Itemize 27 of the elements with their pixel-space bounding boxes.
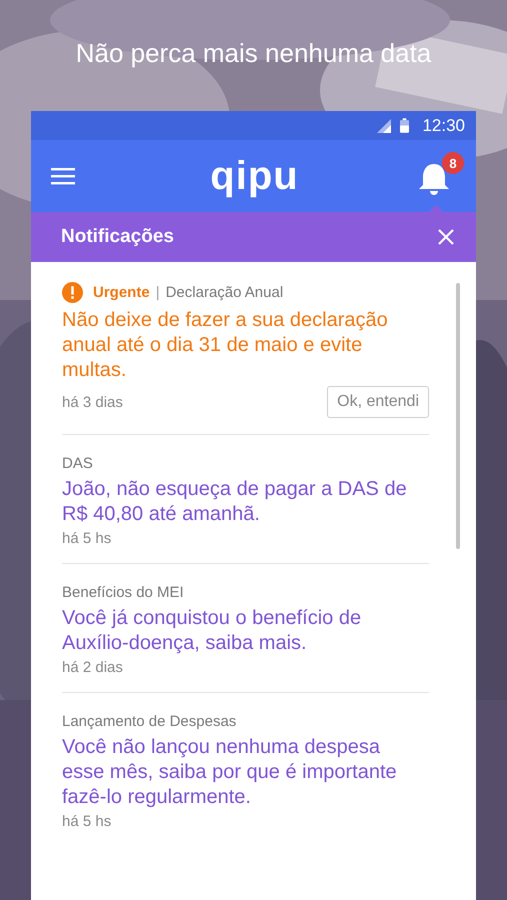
battery-icon xyxy=(400,118,410,133)
status-time: 12:30 xyxy=(422,116,465,136)
notification-time: há 2 dias xyxy=(62,659,123,676)
signal-icon xyxy=(377,118,392,132)
separator: | xyxy=(156,284,160,301)
notification-time: há 5 hs xyxy=(62,813,112,830)
alert-icon xyxy=(62,282,83,303)
notification-category: Benefícios do MEI xyxy=(62,584,184,601)
close-icon[interactable] xyxy=(438,229,454,245)
panel-title: Notificações xyxy=(61,226,174,248)
headline: Não perca mais nenhuma data xyxy=(76,37,432,70)
notification-category: Declaração Anual xyxy=(166,284,284,301)
notification-time: há 5 hs xyxy=(62,530,112,547)
notification-message[interactable]: João, não esqueça de pagar a DAS de R$ 40,80 até amanhã. xyxy=(62,477,429,527)
notification-time: há 3 dias xyxy=(62,394,123,410)
menu-icon[interactable] xyxy=(51,167,75,185)
logo: qipu xyxy=(210,154,299,198)
count-badge: 8 xyxy=(442,152,464,174)
notification-category: Lançamento de Despesas xyxy=(62,713,236,730)
notification-message[interactable]: Você já conquistou o benefício de Auxílio-doença, saiba mais. xyxy=(62,606,429,656)
scrollbar[interactable] xyxy=(456,283,460,549)
notification-category: DAS xyxy=(62,455,93,472)
notification-message[interactable]: Você não lançou nenhuma despesa esse mês, saiba por que é importante fazê-lo regularmente. xyxy=(62,735,429,810)
notifications-button[interactable]: 8 xyxy=(416,152,464,200)
urgent-label: Urgente xyxy=(93,284,150,301)
notification-message[interactable]: Não deixe de fazer a sua declaração anual até o dia 31 de maio e evite multas. xyxy=(62,308,429,383)
ok-button[interactable]: Ok, entendi xyxy=(327,386,429,418)
